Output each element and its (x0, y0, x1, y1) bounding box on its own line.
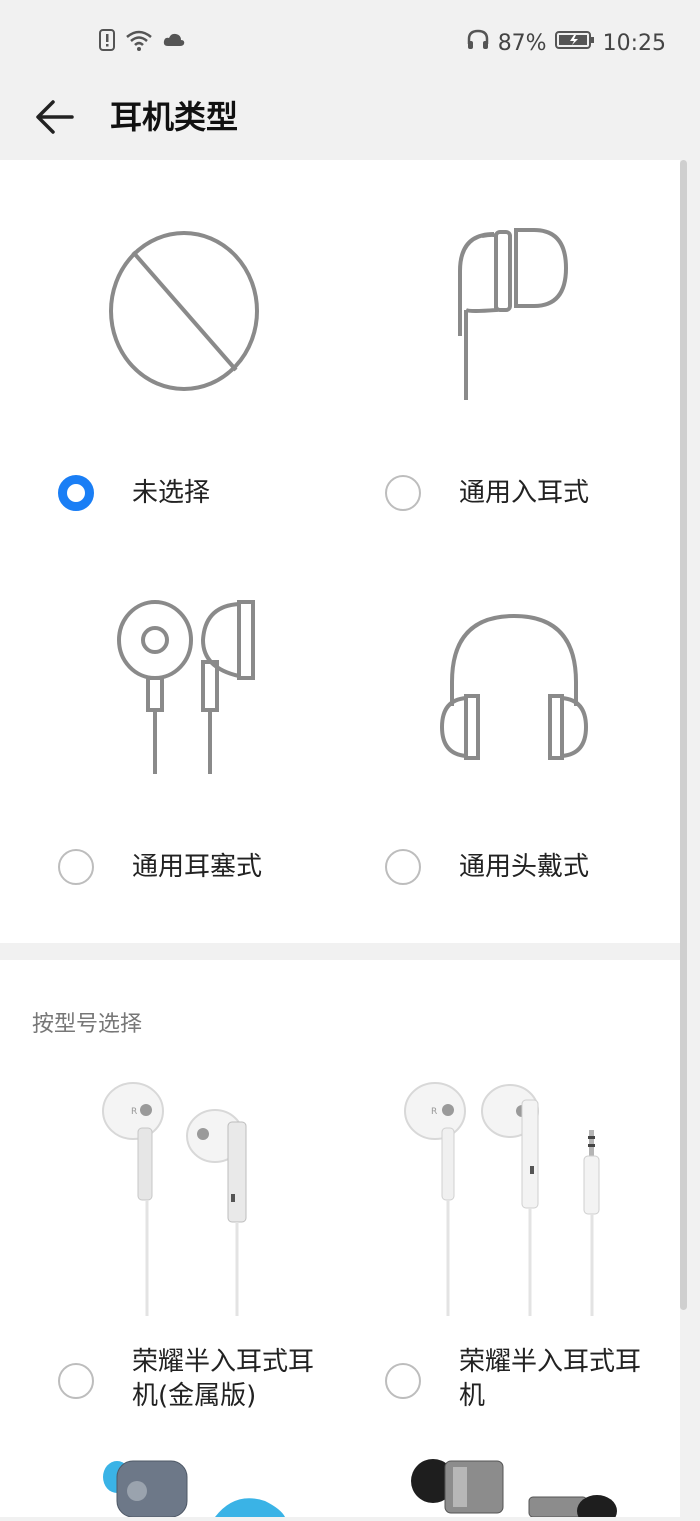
page-title: 耳机类型 (110, 98, 239, 136)
option-earbud[interactable]: 通用耳塞式 (58, 849, 262, 885)
app-bar: 耳机类型 (0, 80, 700, 160)
over-ear-icon (438, 612, 590, 766)
option-earbud-label: 通用耳塞式 (132, 852, 263, 882)
svg-text:R: R (131, 1107, 137, 1117)
radio-model-standard[interactable] (385, 1363, 421, 1399)
section-label-by-model: 按型号选择 (32, 1012, 143, 1037)
option-none[interactable]: 未选择 (58, 475, 210, 511)
product-image-metal: R (100, 1078, 260, 1322)
option-in-ear-label: 通用入耳式 (459, 478, 590, 508)
sim-alert-icon (98, 28, 116, 56)
option-over-ear[interactable]: 通用头戴式 (385, 849, 589, 885)
back-button[interactable] (34, 96, 76, 138)
model-metal-label: 荣耀半入耳式耳 机(金属版) (132, 1347, 315, 1411)
option-in-ear[interactable]: 通用入耳式 (385, 475, 589, 511)
product-image-black (405, 1455, 625, 1521)
battery-icon (554, 30, 595, 56)
clock: 10:25 (602, 30, 666, 56)
headphone-type-card (0, 160, 680, 943)
radio-model-metal[interactable] (58, 1363, 94, 1399)
status-left-icons (98, 28, 186, 56)
radio-earbud[interactable] (58, 849, 94, 885)
option-model-standard[interactable]: 荣耀半入耳式耳 机 (385, 1345, 669, 1413)
earbud-icon (115, 598, 261, 780)
product-image-blue (95, 1455, 295, 1521)
cloud-icon (162, 30, 186, 54)
headphone-icon (466, 28, 490, 58)
radio-in-ear[interactable] (385, 475, 421, 511)
option-over-ear-label: 通用头戴式 (459, 852, 590, 882)
status-right: 87% 10:25 (466, 28, 666, 58)
option-none-label: 未选择 (132, 478, 211, 508)
battery-percent: 87% (497, 30, 547, 56)
none-icon (108, 230, 260, 396)
scrollbar[interactable] (680, 160, 687, 1310)
option-model-metal[interactable]: 荣耀半入耳式耳 机(金属版) (58, 1345, 342, 1413)
status-bar: 87% 10:25 (0, 0, 700, 80)
arrow-left-icon (36, 100, 74, 134)
wifi-icon (124, 28, 154, 56)
product-image-standard: R (402, 1078, 612, 1322)
radio-over-ear[interactable] (385, 849, 421, 885)
model-standard-label: 荣耀半入耳式耳 机 (459, 1347, 642, 1411)
svg-text:R: R (431, 1107, 437, 1117)
in-ear-icon (456, 226, 572, 408)
radio-none[interactable] (58, 475, 94, 511)
